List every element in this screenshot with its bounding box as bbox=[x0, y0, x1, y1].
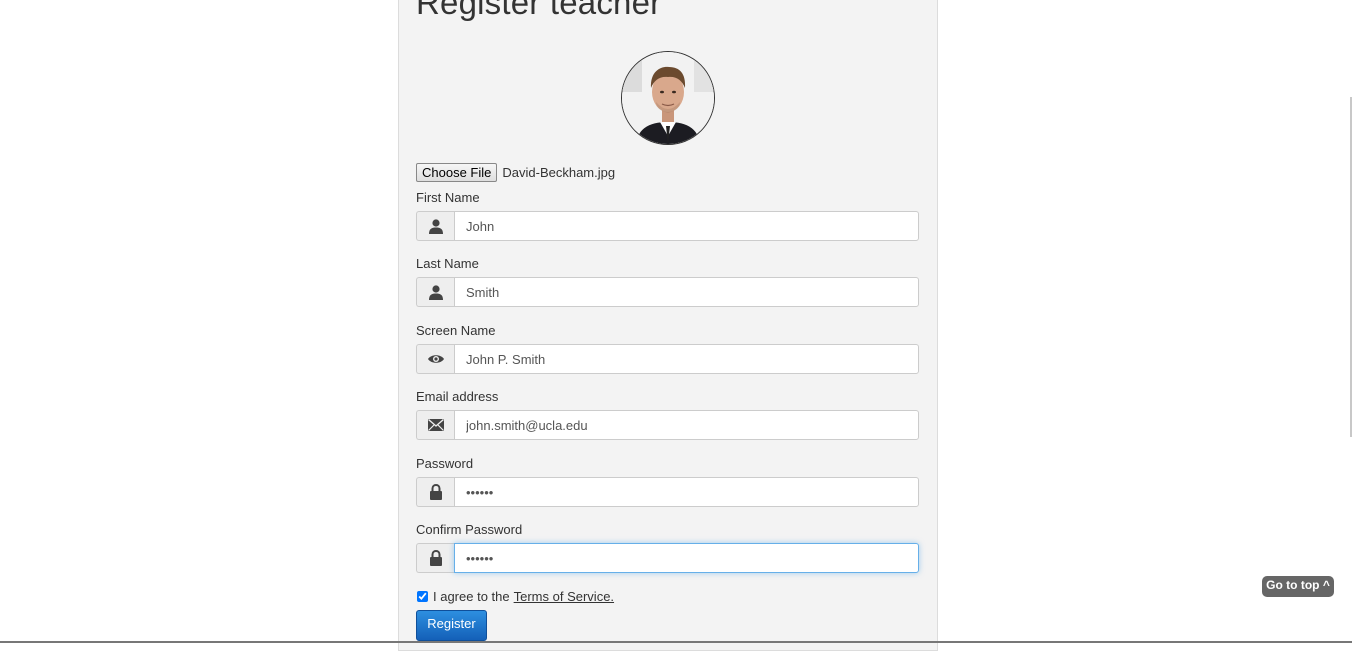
page-title: Register teacher bbox=[416, 0, 662, 21]
first-name-input[interactable] bbox=[454, 211, 919, 241]
first-name-label: First Name bbox=[416, 190, 480, 205]
avatar bbox=[621, 51, 715, 145]
eye-icon bbox=[416, 344, 454, 374]
last-name-group bbox=[416, 277, 919, 307]
user-icon bbox=[416, 277, 454, 307]
email-group bbox=[416, 410, 919, 440]
screen-name-group bbox=[416, 344, 919, 374]
avatar-photo bbox=[622, 52, 714, 144]
choose-file-button[interactable]: Choose File bbox=[416, 162, 498, 182]
first-name-group bbox=[416, 211, 919, 241]
go-to-top-button[interactable]: Go to top ^ bbox=[1262, 576, 1334, 597]
terms-prefix: I agree to the bbox=[433, 589, 510, 604]
screen-name-input[interactable] bbox=[454, 344, 919, 374]
terms-agreement: I agree to the Terms of Service. bbox=[416, 589, 614, 604]
lock-icon bbox=[416, 477, 454, 507]
last-name-label: Last Name bbox=[416, 256, 479, 271]
screen-name-label: Screen Name bbox=[416, 323, 496, 338]
password-input[interactable] bbox=[454, 477, 919, 507]
email-label: Email address bbox=[416, 389, 499, 404]
envelope-icon bbox=[416, 410, 454, 440]
password-group bbox=[416, 477, 919, 507]
terms-of-service-link[interactable]: Terms of Service. bbox=[514, 589, 614, 604]
registration-panel: Register teacher Choose File David-Beckh… bbox=[398, 0, 938, 651]
confirm-password-input[interactable] bbox=[454, 543, 919, 573]
confirm-password-group bbox=[416, 543, 919, 573]
file-upload: Choose File David-Beckham.jpg bbox=[416, 162, 615, 182]
terms-checkbox[interactable] bbox=[417, 591, 428, 602]
password-label: Password bbox=[416, 456, 474, 471]
email-input[interactable] bbox=[454, 410, 919, 440]
register-button[interactable]: Register bbox=[416, 610, 487, 641]
last-name-input[interactable] bbox=[454, 277, 919, 307]
user-icon bbox=[416, 211, 454, 241]
lock-icon bbox=[416, 543, 454, 573]
confirm-password-label: Confirm Password bbox=[416, 522, 523, 537]
selected-file-name: David-Beckham.jpg bbox=[502, 164, 616, 180]
